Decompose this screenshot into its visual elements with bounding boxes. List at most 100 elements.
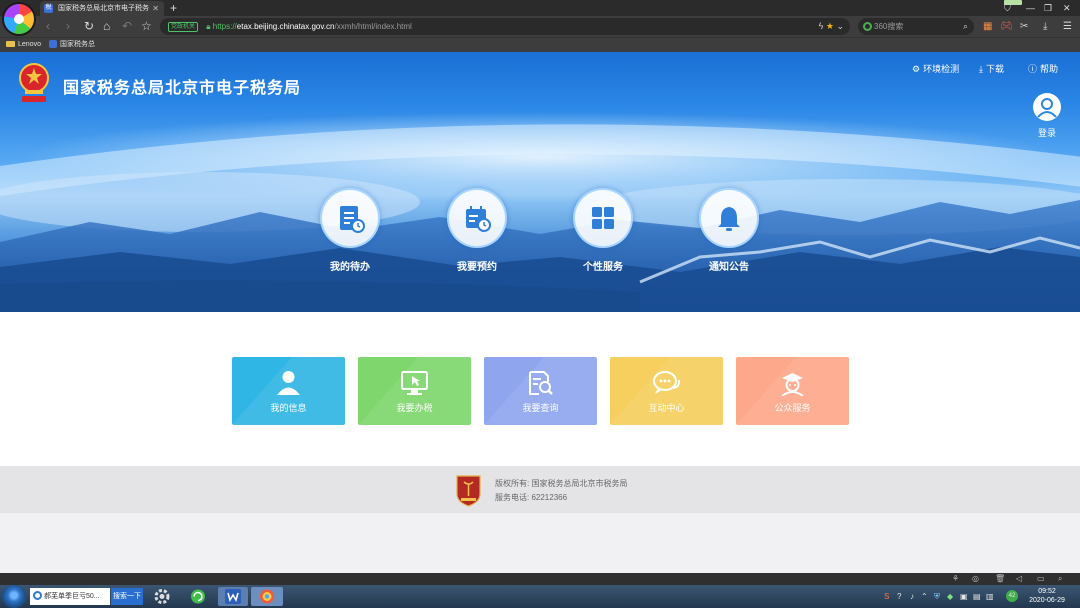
tab-favicon: 税 [44, 4, 53, 13]
hero-banner: 国家税务总局北京市电子税务局 ⚙环境检测 ⤓下载 ⓘ帮助 登录 我的待办 [0, 52, 1080, 312]
system-clock[interactable]: 09:52 2020-06-29 [1024, 587, 1070, 605]
download-manager-icon[interactable]: ⤓ [1043, 16, 1047, 37]
window-icon[interactable]: ▭ [1037, 573, 1045, 585]
service-person-icon [781, 373, 804, 396]
taskbar-search-button[interactable]: 搜索一下 [111, 588, 143, 605]
tab-close-icon[interactable]: ✕ [152, 1, 159, 16]
grid-icon [573, 188, 633, 248]
undo-close-icon[interactable]: ↶ [122, 16, 132, 37]
address-bar[interactable]: 党政机关 🔒︎ https://etax.beijing.chinatax.go… [160, 18, 850, 35]
folder-icon [6, 41, 15, 48]
volume-icon[interactable]: ◁ [1016, 573, 1022, 585]
lock-icon: 🔒︎ [206, 22, 211, 31]
search-icon[interactable]: ⌕ [963, 18, 968, 35]
speed-mode-icon[interactable]: ϟ [819, 21, 824, 31]
expand-tray-icon[interactable]: ⌃ [921, 585, 928, 608]
help-tray-icon[interactable]: ? [897, 585, 901, 608]
browser-app-icon[interactable] [251, 587, 283, 606]
help-link[interactable]: ⓘ 帮助 [1028, 62, 1058, 75]
site-title: 国家税务总局北京市电子税务局 [63, 80, 302, 97]
favorite-star-icon[interactable]: ★ [826, 21, 834, 31]
minimize-icon[interactable]: — [1026, 0, 1035, 16]
main-tiles-area: 我的信息 我要办税 我要查询 互动中心 公众服务 [0, 312, 1080, 466]
close-window-icon[interactable]: ✕ [1063, 0, 1071, 16]
menu-icon[interactable]: ☰ [1063, 16, 1072, 37]
screenshot-icon[interactable]: ◎ [972, 573, 979, 585]
wps-writer-app-icon[interactable] [218, 587, 248, 606]
tile-label: 我要办税 [396, 403, 433, 413]
document-search-icon [529, 371, 553, 395]
shield-icon[interactable]: ⛨ [934, 585, 940, 608]
chat-icon [653, 371, 681, 394]
apps-grid-icon[interactable]: ▦ [983, 16, 992, 37]
start-button[interactable] [2, 585, 26, 608]
browser-tab-strip: 税 国家税务总局北京市电子税务 ✕ + ⛉ — ❐ ✕ [0, 0, 1080, 16]
cart-icon[interactable]: ⛉ [1004, 0, 1011, 16]
clock-time: 09:52 [1038, 588, 1056, 595]
restore-icon[interactable]: ❐ [1044, 0, 1052, 16]
bookmark-lenovo[interactable]: Lenovo [6, 38, 41, 52]
display-icon[interactable]: ▤ [973, 585, 981, 608]
page-footer: 版权所有: 国家税务总局北京市税务局 服务电话: 62212366 [0, 466, 1080, 513]
tile-my-info[interactable]: 我的信息 [232, 357, 345, 425]
page-bottom-space [0, 513, 1080, 573]
monitor-cursor-icon [401, 371, 428, 395]
search-engine-icon [863, 22, 872, 31]
search-input[interactable]: 360搜索 ⌕ [858, 18, 974, 35]
dropdown-chevron-icon[interactable]: ⌄ [836, 21, 844, 31]
quick-service-todo[interactable]: 我的待办 [310, 188, 390, 273]
login-button[interactable]: 登录 [1031, 93, 1063, 139]
download-link[interactable]: ⤓ 下载 [979, 62, 1004, 75]
home-icon[interactable]: ⌂ [103, 16, 110, 37]
tile-label: 我的信息 [270, 403, 307, 413]
quick-service-label: 我的待办 [330, 262, 370, 273]
browser-logo-icon[interactable] [4, 4, 34, 34]
quick-service-notice[interactable]: 通知公告 [689, 188, 769, 273]
accelerate-icon[interactable]: ⚘ [952, 573, 959, 585]
quick-service-label: 通知公告 [709, 262, 749, 273]
security-icon[interactable]: ◆ [947, 585, 953, 608]
back-icon[interactable]: ‹ [46, 16, 50, 37]
tile-public-service[interactable]: 公众服务 [736, 357, 849, 425]
quick-service-appointment[interactable]: 我要预约 [437, 188, 517, 273]
game-icon[interactable]: 🎮︎ [1000, 16, 1013, 37]
download-label: 下载 [985, 64, 1004, 74]
bookmark-tax[interactable]: 国家税务总 [49, 38, 95, 52]
tools-icon[interactable]: ✂ [1020, 16, 1028, 37]
battery-icon[interactable]: ▥ [986, 585, 994, 608]
browser-tab-active[interactable]: 税 国家税务总局北京市电子税务 ✕ [40, 1, 164, 16]
bell-icon [699, 188, 759, 248]
wrench-icon: ⚙ [912, 64, 921, 74]
help-label: 帮助 [1040, 64, 1059, 74]
calendar-clock-icon [447, 188, 507, 248]
national-emblem-icon [19, 63, 49, 102]
trash-icon[interactable]: 🗑︎ [995, 573, 1005, 585]
tile-label: 互动中心 [648, 403, 685, 413]
tile-tax-handling[interactable]: 我要办税 [358, 357, 471, 425]
windows-taskbar: 郝芜单季巨亏50... 搜索一下 S ? ♪ ⌃ ⛨ ◆ ▣ ▤ ▥ 42 09… [0, 585, 1080, 608]
reload-icon[interactable]: ↻ [84, 16, 94, 37]
ie-icon [33, 591, 42, 600]
network-icon[interactable]: ▣ [960, 585, 968, 608]
tray-count-badge[interactable]: 42 [1006, 590, 1018, 602]
help-icon: ⓘ [1028, 64, 1038, 74]
mic-icon[interactable]: ♪ [910, 585, 914, 608]
quick-service-personal[interactable]: 个性服务 [563, 188, 643, 273]
env-check-link[interactable]: ⚙ 环境检测 [912, 62, 959, 75]
forward-icon[interactable]: › [66, 16, 70, 37]
tile-query[interactable]: 我要查询 [484, 357, 597, 425]
input-method-icon[interactable]: S [884, 585, 889, 608]
tile-interaction[interactable]: 互动中心 [610, 357, 723, 425]
new-tab-button[interactable]: + [170, 0, 177, 16]
refresh-app-icon[interactable] [186, 587, 210, 606]
settings-app-icon[interactable] [150, 587, 174, 606]
clock-date: 2020-06-29 [1029, 597, 1065, 604]
taskbar-search-input[interactable]: 郝芜单季巨亏50... [30, 588, 110, 605]
zoom-icon[interactable]: ⌕ [1058, 573, 1062, 585]
quick-service-label: 个性服务 [583, 262, 623, 273]
download-icon: ⤓ [979, 64, 983, 74]
bookmarks-bar: Lenovo 国家税务总 [0, 37, 1080, 52]
env-check-label: 环境检测 [923, 64, 960, 74]
user-icon [277, 371, 300, 395]
bookmark-star-icon[interactable]: ☆ [141, 16, 152, 37]
